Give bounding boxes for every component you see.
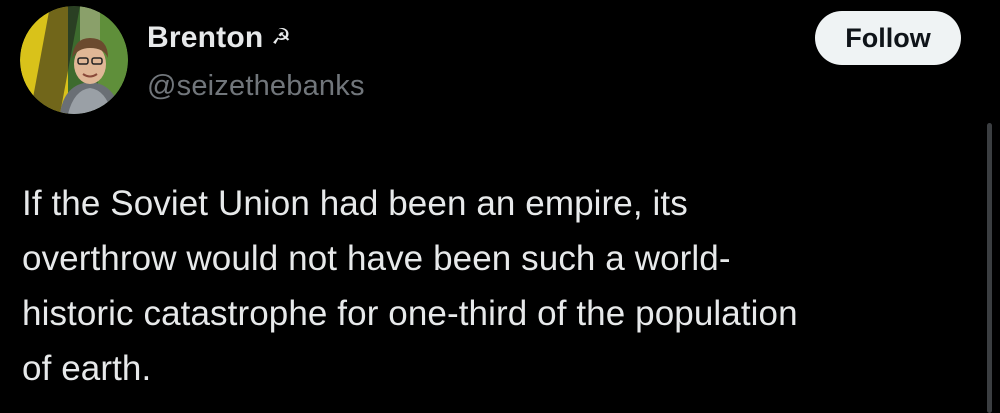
user-handle[interactable]: @seizethebanks <box>147 66 365 106</box>
follow-button[interactable]: Follow <box>815 11 961 65</box>
tweet-text: If the Soviet Union had been an empire, … <box>22 176 972 396</box>
tweet-line: If the Soviet Union had been an empire, … <box>22 184 688 223</box>
user-info: Brenton ☭ @seizethebanks <box>147 18 365 106</box>
tweet-line: historic catastrophe for one-third of th… <box>22 294 798 333</box>
display-name[interactable]: Brenton <box>147 18 263 58</box>
scrollbar[interactable] <box>987 123 992 413</box>
hammer-sickle-icon: ☭ <box>271 24 292 49</box>
name-row: Brenton ☭ <box>147 18 365 58</box>
avatar[interactable] <box>20 6 128 114</box>
tweet-line: overthrow would not have been such a wor… <box>22 239 731 278</box>
avatar-photo-icon <box>20 6 128 114</box>
tweet-line: of earth. <box>22 349 152 388</box>
